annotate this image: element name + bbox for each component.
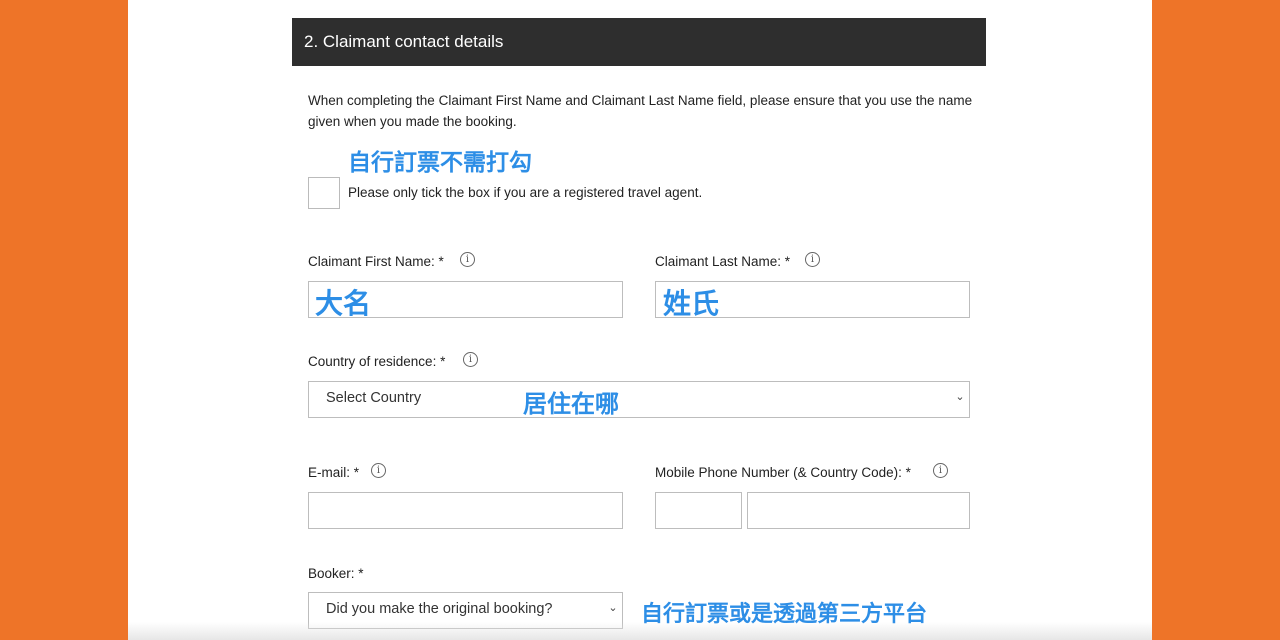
bottom-shade [128, 622, 1152, 640]
annotation-checkbox-note: 自行訂票不需打勾 [348, 150, 532, 176]
annotation-last-name-note: 姓氏 [663, 287, 720, 320]
first-name-label: Claimant First Name: * [308, 254, 444, 269]
info-icon[interactable]: i [460, 252, 475, 267]
country-code-input[interactable] [655, 492, 742, 529]
email-input[interactable] [308, 492, 623, 529]
email-label: E-mail: * [308, 465, 360, 480]
section-header: 2. Claimant contact details [292, 18, 986, 66]
annotation-first-name-note: 大名 [315, 287, 372, 320]
chevron-down-icon: ⌄ [955, 391, 965, 403]
info-icon[interactable]: i [933, 463, 948, 478]
last-name-label: Claimant Last Name: * [655, 254, 791, 269]
info-icon[interactable]: i [805, 252, 820, 267]
travel-agent-checkbox-label: Please only tick the box if you are a re… [348, 185, 703, 200]
country-label: Country of residence: * [308, 354, 446, 369]
info-icon[interactable]: i [371, 463, 386, 478]
country-select-value: Select Country [326, 390, 422, 406]
annotation-country-note: 居住在哪 [523, 390, 619, 418]
travel-agent-checkbox[interactable] [308, 177, 340, 209]
info-icon[interactable]: i [463, 352, 478, 367]
mobile-number-input[interactable] [747, 492, 970, 529]
booker-label: Booker: * [308, 566, 364, 581]
booker-select-value: Did you make the original booking? [326, 601, 553, 617]
chevron-down-icon: ⌄ [608, 602, 618, 614]
mobile-label: Mobile Phone Number (& Country Code): * [655, 465, 911, 480]
intro-text: When completing the Claimant First Name … [308, 93, 973, 129]
